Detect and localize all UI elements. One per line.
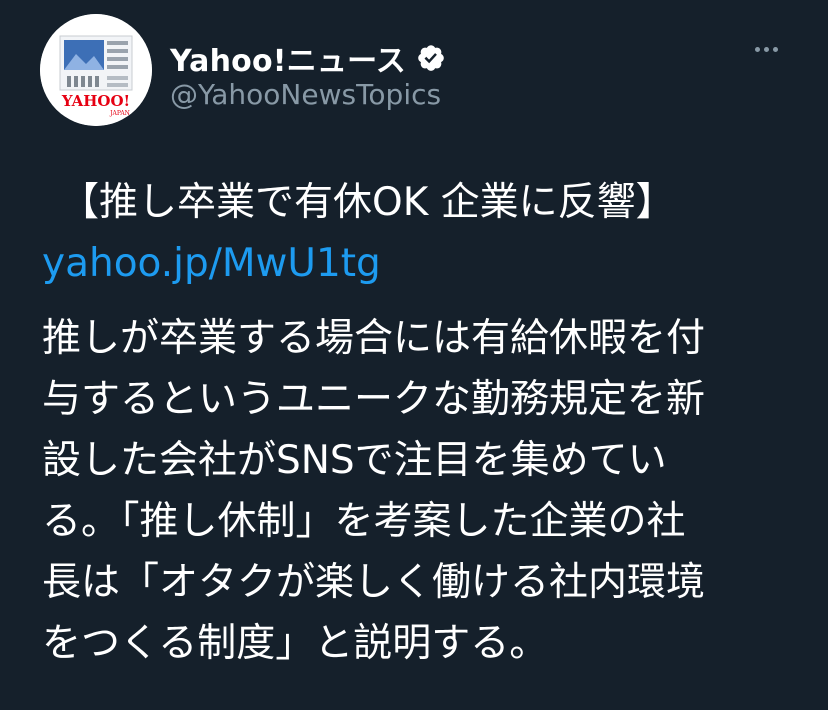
verified-badge-icon	[416, 43, 446, 73]
tweet-body-line: 長は「オタクが楽しく働ける社内環境	[42, 560, 706, 605]
tweet-link[interactable]: yahoo.jp/MwU1tg	[42, 233, 792, 294]
more-options-button[interactable]	[744, 34, 788, 64]
more-horizontal-icon-dot	[763, 46, 769, 52]
yahoo-news-logo: YAHOO! JAPAN	[40, 14, 152, 126]
tweet-body-line: 設した会社がSNSで注目を集めてい	[42, 438, 667, 483]
tweet-header: YAHOO! JAPAN Yahoo!ニュース @YahooNewsTopics	[40, 14, 788, 126]
tweet-body-line: をつくる制度」と説明する。	[42, 621, 549, 666]
name-row: Yahoo!ニュース	[170, 36, 446, 80]
tweet-body-line: 推しが卒業する場合には有給休暇を付	[42, 316, 706, 361]
more-horizontal-icon-dot	[772, 46, 778, 52]
display-name[interactable]: Yahoo!ニュース	[170, 36, 406, 80]
tweet-headline: 【推し卒業で有休OK 企業に反響】	[60, 180, 675, 225]
tweet-body-line: る。「推し休制」を考案した企業の社	[42, 499, 686, 544]
svg-text:JAPAN: JAPAN	[109, 110, 130, 117]
tweet-text: 【推し卒業で有休OK 企業に反響】 yahoo.jp/MwU1tg 推しが卒業す…	[42, 172, 792, 674]
account-handle[interactable]: @YahooNewsTopics	[170, 78, 441, 111]
tweet: YAHOO! JAPAN Yahoo!ニュース @YahooNewsTopics…	[0, 0, 828, 710]
avatar[interactable]: YAHOO! JAPAN	[40, 14, 152, 126]
tweet-body-line: 与するというユニークな勤務規定を新	[42, 377, 706, 422]
more-horizontal-icon	[754, 46, 760, 52]
svg-text:YAHOO!: YAHOO!	[61, 92, 130, 110]
